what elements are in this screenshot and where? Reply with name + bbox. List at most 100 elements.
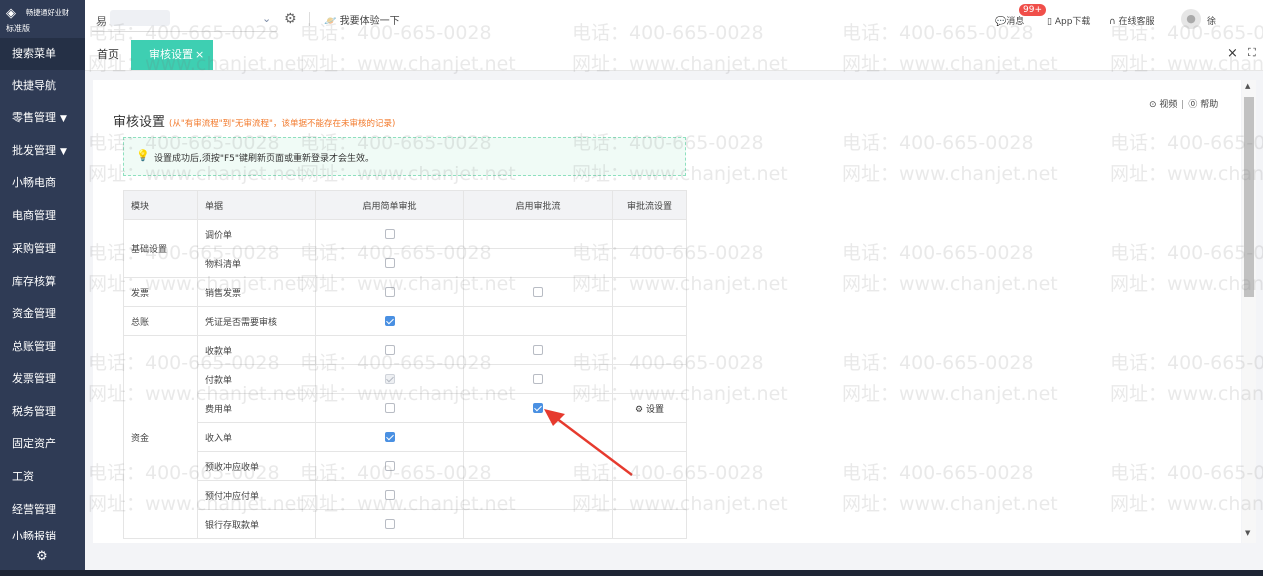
bottom-strip — [0, 570, 1263, 576]
user-name[interactable]: 徐 — [1207, 14, 1216, 27]
simple-approval-checkbox[interactable] — [384, 402, 395, 413]
trial-link[interactable]: 🪐 我要体验一下 — [324, 12, 400, 27]
table-row: 发票 销售发票 — [123, 277, 687, 307]
sidebar-item-reimbursement[interactable]: 小畅报销 — [0, 526, 85, 540]
simple-approval-checkbox — [384, 373, 395, 384]
message-badge: 99+ — [1019, 4, 1046, 16]
chat-icon: 💬 — [995, 17, 1007, 27]
simple-approval-checkbox[interactable] — [384, 286, 395, 297]
app-download-button[interactable]: ▯ App下载 — [1047, 14, 1090, 27]
document-cell: 收款单 — [197, 335, 316, 365]
simple-approval-checkbox[interactable] — [384, 518, 395, 529]
audit-settings-table: 模块 单据 启用简单审批 启用审批流 审批流设置 基础设置 调价单 物料清单 发票 销售… — [123, 190, 687, 539]
close-all-tabs-icon[interactable]: × — [1227, 46, 1238, 61]
simple-approval-checkbox[interactable] — [384, 431, 395, 442]
sidebar-item-retail[interactable]: 零售管理 ▼ — [0, 102, 85, 134]
sidebar-item-label: 资金管理 — [12, 307, 56, 320]
flow-settings-cell — [612, 248, 687, 278]
module-cell: 总账 — [123, 306, 198, 336]
module-cell: 发票 — [123, 277, 198, 307]
scroll-down-icon[interactable]: ▼ — [1245, 529, 1250, 537]
sidebar-item-label: 库存核算 — [12, 275, 56, 288]
sidebar-item-label: 搜索菜单 — [12, 47, 56, 60]
brand-edition: 标准版 — [6, 24, 30, 33]
simple-approval-cell — [315, 364, 464, 394]
sidebar-item-tax[interactable]: 税务管理 — [0, 396, 85, 428]
caret-down-icon: ▼ — [60, 147, 67, 157]
simple-approval-cell — [315, 480, 464, 510]
account-selector[interactable]: 易 ⌄ — [92, 7, 277, 32]
table-row: 预付冲应付单 — [124, 480, 687, 510]
document-cell: 物料清单 — [197, 248, 316, 278]
document-cell: 预付冲应付单 — [197, 480, 316, 510]
page-title-row: 审核设置 (从"有审流程"到"无审流程"，该单据不能存在未审核的记录) — [113, 111, 395, 130]
fullscreen-icon[interactable]: ⛶ — [1248, 46, 1256, 60]
simple-approval-checkbox[interactable] — [384, 228, 395, 239]
help-link[interactable]: ⓪ 帮助 — [1188, 100, 1218, 110]
document-cell: 收入单 — [197, 422, 316, 452]
gear-icon[interactable]: ⚙ — [284, 11, 297, 27]
simple-approval-checkbox[interactable] — [384, 257, 395, 268]
approval-flow-cell — [463, 306, 613, 336]
scroll-up-icon[interactable]: ▲ — [1245, 82, 1250, 90]
flow-settings-cell — [612, 335, 687, 365]
close-icon[interactable]: × — [195, 40, 204, 70]
sidebar-item-label: 零售管理 — [12, 111, 56, 124]
col-header-module: 模块 — [123, 190, 198, 220]
sidebar-item-search-menu[interactable]: 搜索菜单 — [0, 38, 85, 70]
sidebar-item-xiaochang-ecommerce[interactable]: 小畅电商 — [0, 167, 85, 199]
tab-audit-settings[interactable]: 审核设置 × — [131, 40, 213, 70]
document-cell: 凭证是否需要审核 — [197, 306, 316, 336]
sidebar-item-funds[interactable]: 资金管理 — [0, 298, 85, 330]
sidebar-item-quick-nav[interactable]: 快捷导航 — [0, 70, 85, 102]
flow-settings-cell — [612, 364, 687, 394]
flow-settings-cell — [612, 480, 687, 510]
sidebar: 搜索菜单 快捷导航 零售管理 ▼ 批发管理 ▼ 小畅电商 电商管理 采购管理 库存核… — [0, 38, 85, 570]
content-panel: ⊙ 视频 ⓪ 帮助 审核设置 (从"有审流程"到"无审流程"，该单据不能存在未审核的… — [93, 80, 1241, 543]
flow-settings-cell — [612, 219, 687, 249]
approval-flow-checkbox[interactable] — [533, 344, 543, 355]
sidebar-item-label: 电商管理 — [12, 209, 56, 222]
sidebar-item-purchase[interactable]: 采购管理 — [0, 233, 85, 265]
scroll-thumb[interactable] — [1244, 97, 1254, 297]
sidebar-item-ecommerce[interactable]: 电商管理 — [0, 200, 85, 232]
simple-approval-checkbox[interactable] — [384, 344, 395, 355]
tab-home[interactable]: 首页 — [97, 46, 119, 62]
table-row: 基础设置 调价单 — [123, 219, 687, 278]
sidebar-item-payroll[interactable]: 工资 — [0, 461, 85, 493]
simple-approval-cell — [315, 335, 464, 365]
module-cell: 基础设置 — [123, 219, 198, 278]
support-button[interactable]: ∩ 在线客服 — [1109, 14, 1154, 27]
message-button[interactable]: 💬消息 — [995, 14, 1024, 27]
sidebar-item-label: 总账管理 — [12, 340, 56, 353]
sidebar-item-label: 小畅电商 — [12, 176, 56, 189]
settings-gear-icon[interactable]: ⚙ — [36, 549, 48, 564]
document-cell: 费用单 — [197, 393, 316, 423]
simple-approval-checkbox[interactable] — [384, 315, 395, 326]
approval-flow-checkbox[interactable] — [533, 373, 543, 384]
sidebar-item-ledger[interactable]: 总账管理 — [0, 331, 85, 363]
table-row: 银行存取款单 — [124, 509, 687, 539]
flow-settings-link[interactable]: ⚙ 设置 — [635, 405, 664, 415]
sidebar-item-fixed-assets[interactable]: 固定资产 — [0, 428, 85, 460]
sidebar-item-label: 小畅报销 — [12, 530, 56, 540]
col-header-document: 单据 — [197, 190, 316, 220]
simple-approval-cell — [315, 422, 464, 452]
account-name-blurred — [110, 10, 170, 26]
brand-logo[interactable]: ◈ 畅捷通好业财 标准版 — [0, 0, 85, 38]
sidebar-item-invoice[interactable]: 发票管理 — [0, 363, 85, 395]
scrollbar[interactable]: ▲ ▼ — [1242, 80, 1256, 543]
approval-flow-cell — [463, 480, 613, 510]
simple-approval-checkbox[interactable] — [384, 489, 395, 500]
approval-flow-checkbox[interactable] — [533, 286, 543, 297]
notice-text: 设置成功后,须按"F5"键刷新页面或重新登录才会生效。 — [154, 154, 375, 164]
sidebar-item-inventory[interactable]: 库存核算 — [0, 266, 85, 298]
brand-name: 畅捷通好业财 — [26, 8, 70, 17]
message-label: 消息 — [1006, 17, 1025, 27]
video-link[interactable]: ⊙ 视频 — [1149, 100, 1177, 110]
sidebar-item-wholesale[interactable]: 批发管理 ▼ — [0, 135, 85, 167]
sidebar-item-label: 工资 — [12, 470, 34, 483]
avatar[interactable]: ● — [1181, 9, 1201, 29]
sidebar-item-business[interactable]: 经营管理 — [0, 494, 85, 526]
simple-approval-checkbox[interactable] — [384, 460, 395, 471]
